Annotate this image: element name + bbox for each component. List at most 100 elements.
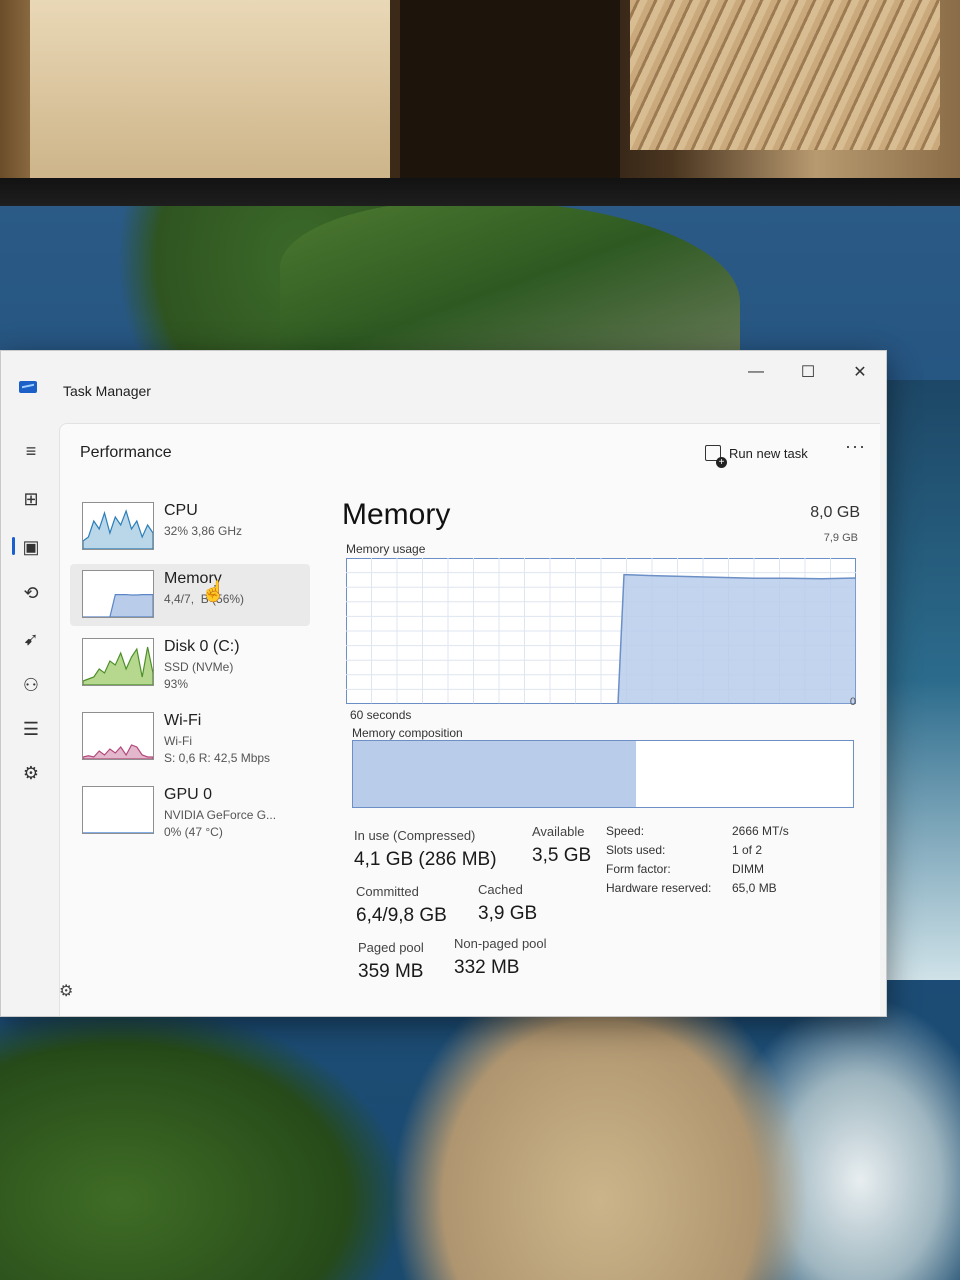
resource-detail: 32% 3,86 GHz [164,523,242,540]
resource-name: Wi-Fi [164,712,202,729]
monitor-bezel [0,178,960,206]
paged-pool-stat: Paged pool 359 MB [358,940,424,983]
performance-icon[interactable]: ▣ [19,535,43,559]
resource-mini-graph [82,638,154,686]
spec-row: Slots used: 1 of 2 [606,843,836,862]
maximize-button[interactable]: ☐ [783,357,833,387]
rail-selection-indicator [12,537,15,555]
run-new-task-button[interactable]: Run new task [705,438,808,468]
non-paged-pool-value: 332 MB [454,957,520,978]
spec-key: Slots used: [606,843,666,857]
performance-panel: Performance Run new task ··· CPU 32% 3,86… [59,423,880,1016]
services-icon[interactable]: ⚙ [19,761,43,785]
minimize-button[interactable]: — [731,357,781,387]
resource-detail-line2: 0% (47 °C) [164,825,223,839]
composition-in-use [353,741,614,807]
room-background [0,0,960,200]
resource-memory[interactable]: Memory 4,4/7, B (56%) [70,564,310,626]
mini-graph-area [83,744,153,759]
run-new-task-label: Run new task [729,445,808,461]
app-history-icon[interactable]: ⟲ [19,581,43,605]
spec-value: 2666 MT/s [732,824,789,838]
users-icon[interactable]: ⚇ [19,673,43,697]
resource-name: CPU [164,502,198,519]
available-stat: Available 3,5 GB [532,824,591,867]
paged-pool-label: Paged pool [358,940,424,955]
page-title: Performance [80,444,172,461]
mini-graph-area [83,594,153,617]
resource-mini-graph [82,786,154,834]
chart-time-span: 60 seconds [350,708,412,722]
window-title: Task Manager [63,383,151,399]
title-bar[interactable]: Task Manager — ☐ ✕ [1,351,886,413]
resource-name: Disk 0 (C:) [164,638,240,655]
chart-axis-zero: 0 [849,696,856,708]
non-paged-pool-label: Non-paged pool [454,936,547,951]
paged-pool-value: 359 MB [358,961,424,982]
memory-usage-label: Memory usage [346,542,426,556]
processes-icon[interactable]: ⊞ [19,487,43,511]
resource-detail: NVIDIA GeForce G... 0% (47 °C) [164,807,276,841]
mouse-cursor-icon: ☝ [201,581,226,603]
resource-detail-line1: 32% 3,86 GHz [164,524,243,538]
resource-detail-line1: NVIDIA GeForce G... [164,808,277,822]
resource-cpu[interactable]: CPU 32% 3,86 GHz [70,496,310,558]
task-manager-window: Task Manager — ☐ ✕ ≡ ⊞ ▣ ⟲ ➹ ⚇ ☰ ⚙ Performance … [0,350,887,1017]
spec-value: 1 of 2 [732,843,763,857]
run-task-icon [705,445,727,468]
composition-modified [613,741,637,807]
committed-stat: Committed 6,4/9,8 GB [356,884,447,927]
resource-detail: SSD (NVMe) 93% [164,659,233,693]
memory-heading: Memory [342,498,451,531]
memory-usage-chart [346,558,856,704]
spec-key: Hardware reserved: [606,881,712,895]
spec-row: Hardware reserved: 65,0 MB [606,881,836,900]
memory-composition-label: Memory composition [352,726,463,740]
resource-wi-fi[interactable]: Wi-Fi Wi-Fi S: 0,6 R: 42,5 Mbps [70,706,310,768]
resource-disk-0-c[interactable]: Disk 0 (C:) SSD (NVMe) 93% [70,632,310,694]
resource-mini-graph [82,502,154,550]
cached-value: 3,9 GB [478,903,538,924]
spec-value: 65,0 MB [732,881,777,895]
mini-graph-area [83,509,153,549]
room-light-area [30,0,390,180]
wall-drawing [630,0,940,150]
resource-gpu-0[interactable]: GPU 0 NVIDIA GeForce G... 0% (47 °C) [70,780,310,842]
available-value: 3,5 GB [532,845,592,866]
resource-detail: Wi-Fi S: 0,6 R: 42,5 Mbps [164,733,270,767]
committed-label: Committed [356,884,419,899]
more-options-button[interactable]: ··· [845,436,866,457]
resource-detail-line1: SSD (NVMe) [164,660,234,674]
spec-key: Form factor: [606,862,671,876]
memory-specs: Speed: 2666 MT/s Slots used: 1 of 2 Form fac… [606,824,836,900]
composition-standby [635,741,854,807]
cached-stat: Cached 3,9 GB [478,882,537,925]
resource-detail-line2: 93% [164,677,189,691]
hamburger-icon[interactable]: ≡ [19,439,43,463]
in-use-label: In use (Compressed) [354,828,476,843]
close-button[interactable]: ✕ [835,357,885,387]
memory-usage-max: 7,9 GB [823,532,858,544]
resource-mini-graph [82,570,154,618]
details-icon[interactable]: ☰ [19,717,43,741]
mini-graph-area [83,646,153,685]
non-paged-pool-stat: Non-paged pool 332 MB [454,936,547,979]
spec-value: DIMM [732,862,764,876]
room-dark-area [400,0,620,180]
settings-icon[interactable]: ⚙ [59,981,73,1001]
memory-total: 8,0 GB [810,504,860,521]
memory-composition-bar [352,740,854,808]
task-manager-app-icon [19,381,37,393]
spec-key: Speed: [606,824,645,838]
in-use-value: 4,1 GB (286 MB) [354,849,497,870]
cached-label: Cached [478,882,523,897]
spec-row: Form factor: DIMM [606,862,836,881]
spec-row: Speed: 2666 MT/s [606,824,836,843]
resource-detail-line2: S: 0,6 R: 42,5 Mbps [164,751,271,765]
in-use-stat: In use (Compressed) 4,1 GB (286 MB) [354,828,497,871]
resource-mini-graph [82,712,154,760]
resource-detail-line1: Wi-Fi [164,734,192,748]
committed-value: 6,4/9,8 GB [356,905,447,926]
startup-apps-icon[interactable]: ➹ [19,627,43,651]
resource-name: GPU 0 [164,786,213,803]
